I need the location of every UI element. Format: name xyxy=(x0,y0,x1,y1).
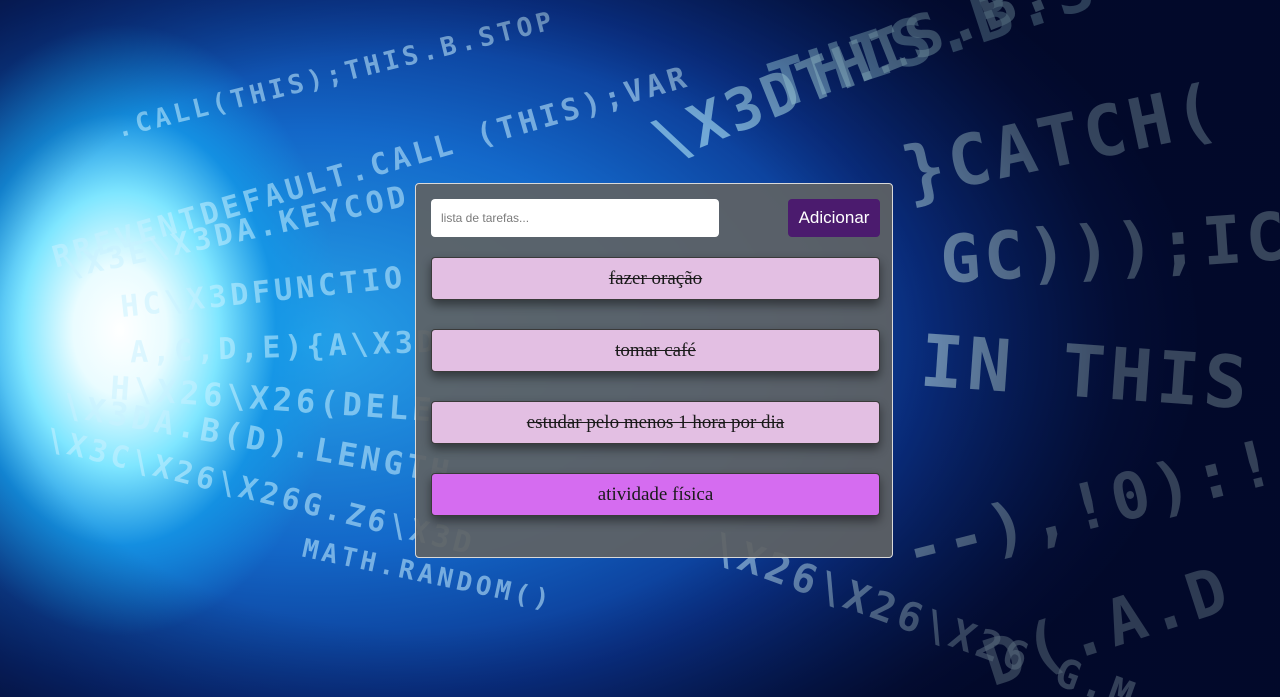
code-fragment: HC\X3DFUNCTIO xyxy=(118,260,408,325)
task-item[interactable]: tomar café xyxy=(431,329,880,372)
code-fragment: }CATCH( xyxy=(895,67,1229,215)
task-text: tomar café xyxy=(615,339,696,361)
code-fragment: GC)));IC xyxy=(937,197,1280,300)
task-input[interactable] xyxy=(431,199,719,237)
task-text: atividade física xyxy=(597,483,714,505)
task-item[interactable]: fazer oração xyxy=(431,257,880,300)
todo-panel: Adicionar fazer oração tomar café estuda… xyxy=(415,183,893,558)
task-text: estudar pelo menos 1 hora por dia xyxy=(526,411,785,433)
task-text: fazer oração xyxy=(608,267,703,289)
code-fragment: A,C,D,E){A\X3D xyxy=(129,324,440,371)
code-fragment: IN THIS xyxy=(917,318,1254,426)
task-item[interactable]: atividade física xyxy=(431,473,880,516)
task-list: fazer oração tomar café estudar pelo men… xyxy=(431,257,880,545)
add-task-button[interactable]: Adicionar xyxy=(788,199,880,237)
task-item[interactable]: estudar pelo menos 1 hora por dia xyxy=(431,401,880,444)
code-fragment: --),!0):! xyxy=(896,424,1280,590)
